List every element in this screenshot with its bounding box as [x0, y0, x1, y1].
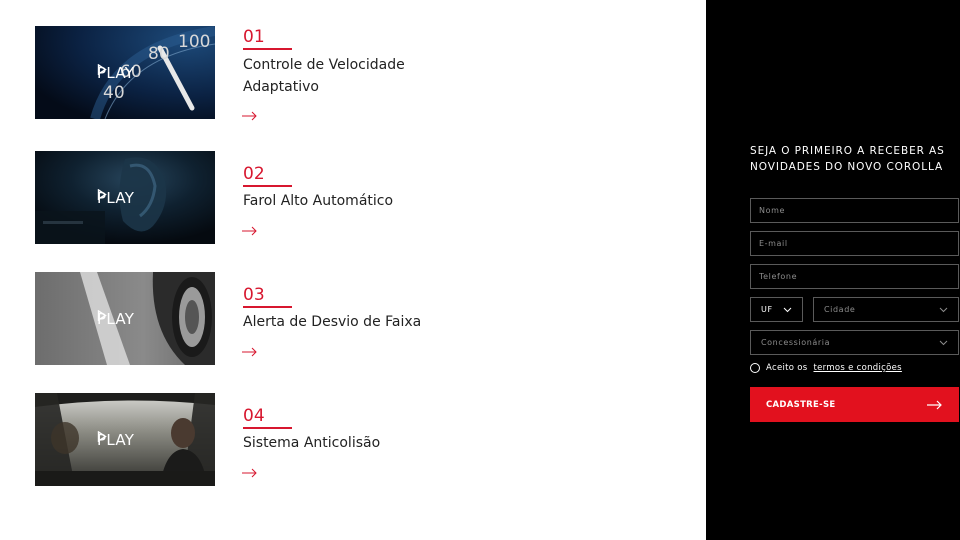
feature-number: 01 — [243, 27, 265, 47]
terms-radio[interactable] — [750, 363, 760, 373]
play-button[interactable]: PLAY — [97, 64, 134, 82]
feature-title-line: Farol Alto Automático — [243, 193, 394, 209]
signup-headline: SEJA O PRIMEIRO A RECEBER AS NOVIDADES D… — [750, 143, 955, 175]
play-button[interactable]: PLAY — [97, 310, 134, 328]
dealer-select[interactable]: Concessionária — [750, 330, 959, 355]
number-underline — [243, 427, 292, 429]
feature-title: Farol Alto Automático — [243, 190, 443, 212]
feature-number: 02 — [243, 164, 265, 184]
number-underline — [243, 306, 292, 308]
speedo-label: 40 — [103, 83, 125, 103]
play-button[interactable]: PLAY — [97, 189, 134, 207]
signup-panel: SEJA O PRIMEIRO A RECEBER AS NOVIDADES D… — [706, 0, 960, 540]
headline-line: SEJA O PRIMEIRO A RECEBER AS — [750, 145, 945, 157]
chevron-down-icon — [939, 307, 948, 312]
chevron-down-icon — [939, 340, 948, 345]
video-thumbnail-auto-high-beam[interactable]: PLAY — [35, 151, 215, 244]
feature-title: Sistema Anticolisão — [243, 432, 443, 454]
headline-line: NOVIDADES DO NOVO COROLLA — [750, 161, 944, 173]
feature-number: 03 — [243, 285, 265, 305]
arrow-right-icon[interactable] — [242, 111, 258, 121]
feature-title-line: Alerta de Desvio de Faixa — [243, 314, 422, 330]
play-icon — [97, 310, 107, 321]
feature-number: 04 — [243, 406, 265, 426]
dealer-select-value: Concessionária — [761, 338, 831, 347]
video-thumbnail-adaptive-cruise[interactable]: 100 80 60 40 PLAY — [35, 26, 215, 119]
feature-item-pre-collision: PLAY 04 Sistema Anticolisão — [0, 392, 706, 492]
terms-link[interactable]: termos e condições — [814, 363, 902, 373]
number-underline — [243, 185, 292, 187]
video-thumbnail-lane-departure[interactable]: PLAY — [35, 272, 215, 365]
email-field[interactable] — [750, 231, 959, 256]
feature-item-auto-high-beam: PLAY 02 Farol Alto Automático — [0, 150, 706, 250]
play-button[interactable]: PLAY — [97, 431, 134, 449]
feature-title: Alerta de Desvio de Faixa — [243, 311, 443, 333]
speedo-label: 100 — [178, 32, 210, 52]
phone-field[interactable] — [750, 264, 959, 289]
uf-select-value: UF — [761, 305, 773, 314]
speedo-label: 80 — [148, 44, 170, 64]
feature-title: Controle de Velocidade Adaptativo — [243, 54, 443, 98]
play-icon — [97, 189, 107, 200]
play-icon — [97, 431, 107, 442]
arrow-right-icon — [927, 400, 942, 409]
feature-title-line: Sistema Anticolisão — [243, 435, 381, 451]
arrow-right-icon[interactable] — [242, 347, 258, 357]
chevron-down-icon — [783, 307, 792, 312]
name-field[interactable] — [750, 198, 959, 223]
arrow-right-icon[interactable] — [242, 226, 258, 236]
feature-item-adaptive-cruise: 100 80 60 40 PLAY 01 Controle de Velocid… — [0, 25, 706, 125]
play-icon — [97, 64, 107, 75]
features-list: 100 80 60 40 PLAY 01 Controle de Velocid… — [0, 0, 706, 540]
feature-title-line: Adaptativo — [243, 79, 319, 95]
city-select-value: Cidade — [824, 305, 856, 314]
submit-button[interactable]: CADASTRE-SE — [750, 387, 959, 422]
feature-title-line: Controle de Velocidade — [243, 57, 405, 73]
feature-item-lane-departure: PLAY 03 Alerta de Desvio de Faixa — [0, 271, 706, 371]
uf-select[interactable]: UF — [750, 297, 803, 322]
number-underline — [243, 48, 292, 50]
arrow-right-icon[interactable] — [242, 468, 258, 478]
city-select[interactable]: Cidade — [813, 297, 959, 322]
submit-label: CADASTRE-SE — [766, 399, 836, 410]
video-thumbnail-pre-collision[interactable]: PLAY — [35, 393, 215, 486]
accept-text: Aceito os — [766, 363, 808, 373]
terms-consent: Aceito os termos e condições — [750, 363, 902, 373]
